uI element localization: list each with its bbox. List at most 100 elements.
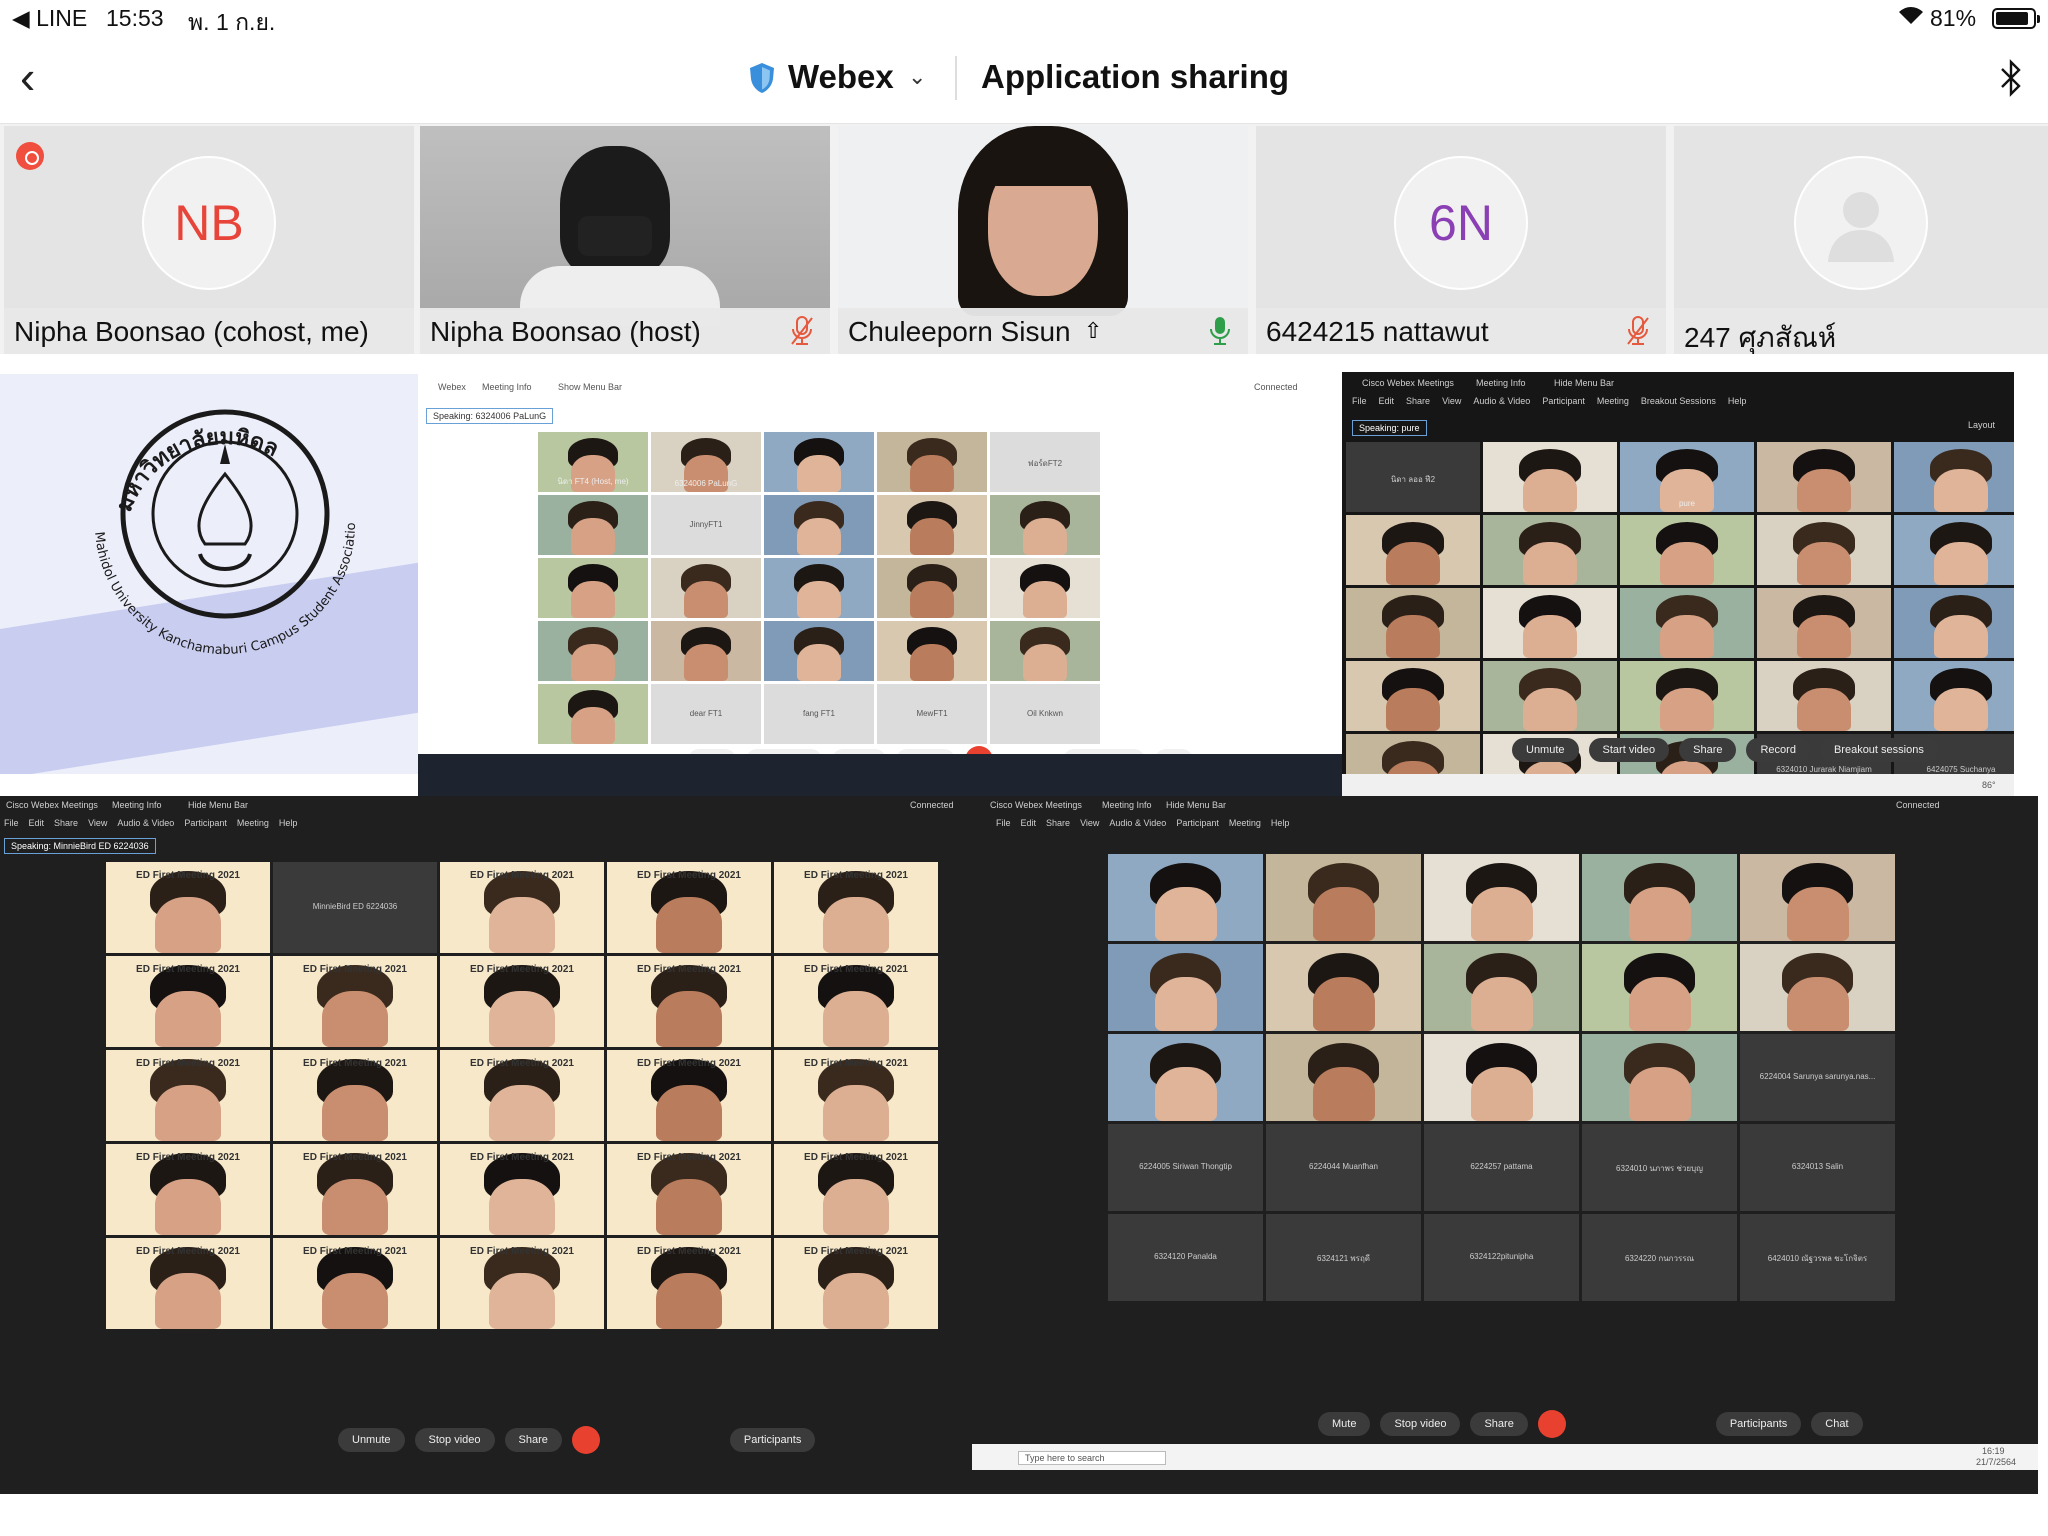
- video-tile[interactable]: [1266, 1034, 1421, 1121]
- video-tile-off[interactable]: Oil Knkwn: [990, 684, 1100, 744]
- video-tile[interactable]: [1424, 1034, 1579, 1121]
- video-tile-off[interactable]: 6324121 พรฤดี: [1266, 1214, 1421, 1301]
- menu-item[interactable]: Share: [54, 818, 78, 828]
- video-tile-off[interactable]: fang FT1: [764, 684, 874, 744]
- menu-item[interactable]: Audio & Video: [1109, 818, 1166, 828]
- video-tile[interactable]: [877, 495, 987, 555]
- video-tile[interactable]: [1894, 588, 2014, 658]
- mute-button[interactable]: Mute: [1318, 1412, 1371, 1436]
- video-tile[interactable]: [1894, 442, 2014, 512]
- video-tile-off[interactable]: MinnieBird ED 6224036: [273, 862, 437, 953]
- video-tile[interactable]: ED First Meeting 2021: [607, 862, 771, 953]
- video-tile-off[interactable]: 6324010 นภาพร ช่วยบุญ: [1582, 1124, 1737, 1211]
- video-tile[interactable]: [1582, 854, 1737, 941]
- video-tile-off[interactable]: 6224005 Siriwan Thongtip: [1108, 1124, 1263, 1211]
- menu-item[interactable]: File: [4, 818, 19, 828]
- participant-tile[interactable]: NB Nipha Boonsao (cohost, me): [4, 126, 414, 354]
- video-tile-off[interactable]: 6324013 Salin: [1740, 1124, 1895, 1211]
- menu-bar-toggle[interactable]: Hide Menu Bar: [1166, 800, 1226, 810]
- video-tile[interactable]: ED First Meeting 2021: [106, 1238, 270, 1329]
- meeting-info-link[interactable]: Meeting Info: [112, 800, 162, 810]
- video-tile[interactable]: [877, 621, 987, 681]
- video-tile[interactable]: [764, 432, 874, 492]
- video-tile[interactable]: ED First Meeting 2021: [106, 1050, 270, 1141]
- stop-video-button[interactable]: Stop video: [1380, 1412, 1461, 1436]
- record-button[interactable]: Record: [1746, 738, 1810, 762]
- video-tile[interactable]: ED First Meeting 2021: [774, 1144, 938, 1235]
- share-button[interactable]: Share: [504, 1428, 562, 1452]
- video-tile[interactable]: [1424, 944, 1579, 1031]
- menu-item[interactable]: File: [996, 818, 1011, 828]
- video-tile-off[interactable]: dear FT1: [651, 684, 761, 744]
- video-tile-off[interactable]: JinnyFT1: [651, 495, 761, 555]
- meeting-info-link[interactable]: Meeting Info: [482, 382, 532, 392]
- video-tile[interactable]: ED First Meeting 2021: [607, 956, 771, 1047]
- video-tile[interactable]: ED First Meeting 2021: [607, 1050, 771, 1141]
- video-tile[interactable]: [1266, 944, 1421, 1031]
- video-tile[interactable]: [990, 495, 1100, 555]
- video-tile[interactable]: pure: [1620, 442, 1754, 512]
- video-tile[interactable]: [651, 558, 761, 618]
- video-tile[interactable]: [1757, 515, 1891, 585]
- video-tile[interactable]: ED First Meeting 2021: [273, 1144, 437, 1235]
- menu-item[interactable]: Share: [1406, 396, 1430, 406]
- menu-item[interactable]: Meeting: [237, 818, 269, 828]
- menu-item[interactable]: Participant: [184, 818, 227, 828]
- video-tile[interactable]: [1108, 1034, 1263, 1121]
- layout-button[interactable]: Layout: [1968, 420, 1995, 430]
- meeting-info-link[interactable]: Meeting Info: [1476, 378, 1526, 388]
- video-tile[interactable]: ED First Meeting 2021: [440, 956, 604, 1047]
- video-tile[interactable]: [1346, 734, 1480, 776]
- video-tile[interactable]: [538, 495, 648, 555]
- video-tile[interactable]: [538, 684, 648, 744]
- video-tile[interactable]: ED First Meeting 2021: [106, 862, 270, 953]
- chevron-down-icon[interactable]: ⌄: [908, 64, 926, 90]
- chat-button[interactable]: Chat: [1811, 1412, 1863, 1436]
- video-tile[interactable]: 6324006 PaLunG: [651, 432, 761, 492]
- start-video-button[interactable]: Start video: [1588, 738, 1670, 762]
- video-tile[interactable]: ED First Meeting 2021: [774, 1050, 938, 1141]
- participants-button[interactable]: Participants: [729, 1428, 816, 1452]
- stop-video-button[interactable]: Stop video: [414, 1428, 495, 1452]
- participant-tile[interactable]: Chuleeporn Sisun ⇧: [838, 126, 1248, 354]
- video-tile-off[interactable]: นิดา ลออ ฟี2: [1346, 442, 1480, 512]
- participant-tile[interactable]: Nipha Boonsao (host): [420, 126, 830, 354]
- video-tile[interactable]: ED First Meeting 2021: [273, 956, 437, 1047]
- menu-item[interactable]: View: [1442, 396, 1461, 406]
- video-tile[interactable]: [1424, 854, 1579, 941]
- video-tile[interactable]: [1582, 944, 1737, 1031]
- video-tile-off[interactable]: 6224257 pattama: [1424, 1124, 1579, 1211]
- menu-item[interactable]: Participant: [1542, 396, 1585, 406]
- video-tile[interactable]: [1346, 588, 1480, 658]
- menu-item[interactable]: Breakout Sessions: [1641, 396, 1716, 406]
- video-tile-off[interactable]: ฟอร์ดFT2: [990, 432, 1100, 492]
- video-tile[interactable]: ED First Meeting 2021: [607, 1238, 771, 1329]
- taskbar-search-input[interactable]: Type here to search: [1018, 1451, 1166, 1465]
- video-tile[interactable]: [1620, 588, 1754, 658]
- video-tile[interactable]: [1620, 661, 1754, 731]
- video-tile[interactable]: [538, 621, 648, 681]
- video-tile[interactable]: ED First Meeting 2021: [774, 1238, 938, 1329]
- video-tile[interactable]: ED First Meeting 2021: [774, 862, 938, 953]
- video-tile[interactable]: [877, 432, 987, 492]
- video-tile[interactable]: [1894, 661, 2014, 731]
- video-tile[interactable]: [1266, 854, 1421, 941]
- participant-tile[interactable]: 6N 6424215 nattawut: [1256, 126, 1666, 354]
- app-brand-dropdown[interactable]: Webex: [788, 58, 894, 96]
- video-tile[interactable]: [764, 558, 874, 618]
- menu-bar-toggle[interactable]: Hide Menu Bar: [188, 800, 248, 810]
- video-tile[interactable]: [1108, 944, 1263, 1031]
- video-tile[interactable]: [1740, 854, 1895, 941]
- video-tile[interactable]: ED First Meeting 2021: [273, 1050, 437, 1141]
- video-tile-off[interactable]: 6224004 Sarunya sarunya.nas...: [1740, 1034, 1895, 1121]
- video-tile[interactable]: ED First Meeting 2021: [273, 1238, 437, 1329]
- video-tile[interactable]: [538, 558, 648, 618]
- video-tile[interactable]: [1483, 588, 1617, 658]
- unmute-button[interactable]: Unmute: [338, 1428, 405, 1452]
- share-button[interactable]: Share: [1679, 738, 1737, 762]
- video-tile[interactable]: [990, 621, 1100, 681]
- video-tile[interactable]: [1757, 588, 1891, 658]
- video-tile[interactable]: ED First Meeting 2021: [440, 1144, 604, 1235]
- breakout-sessions-button[interactable]: Breakout sessions: [1819, 738, 1938, 762]
- video-tile-off[interactable]: 6224044 Muanfhan: [1266, 1124, 1421, 1211]
